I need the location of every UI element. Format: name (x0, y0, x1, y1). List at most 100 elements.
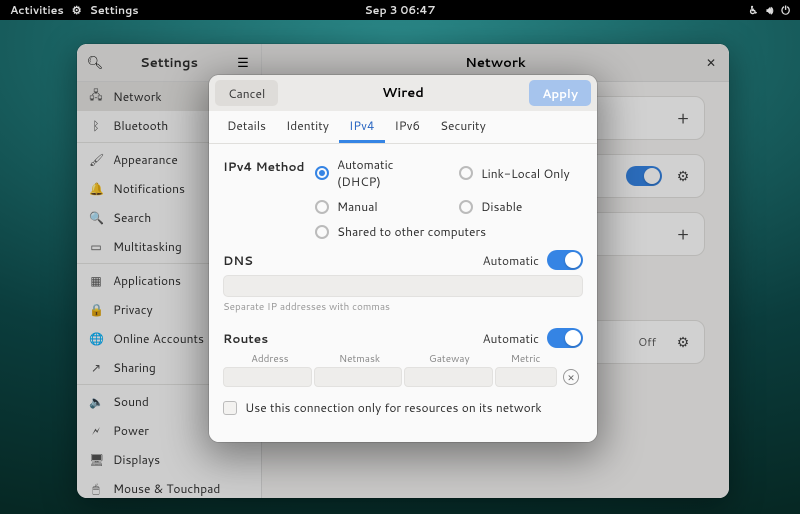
activities-button[interactable]: Activities (10, 2, 64, 18)
route-gateway-input[interactable] (404, 367, 493, 387)
routes-row: ✕ (223, 367, 583, 387)
gear-icon: ⚙ (72, 2, 82, 18)
sidebar-item-displays[interactable]: 🖥 Displays (77, 445, 261, 474)
sidebar-item-label: Power (113, 422, 149, 439)
hamburger-button[interactable]: ☰ (225, 54, 261, 72)
apply-button[interactable]: Apply (529, 80, 591, 106)
routes-header-metric: Metric (494, 352, 557, 366)
online-accounts-icon: 🌐 (89, 330, 103, 347)
tab-ipv4[interactable]: IPv4 (339, 111, 385, 143)
notifications-icon: 🔔 (89, 180, 103, 197)
plus-icon: + (677, 106, 689, 130)
dns-help-text: Separate IP addresses with commas (223, 300, 583, 314)
bluetooth-icon: ᛒ (89, 117, 103, 134)
search-icon: 🔍︎ (87, 54, 104, 72)
sidebar-item-label: Displays (113, 451, 160, 468)
tab-details[interactable]: Details (217, 111, 276, 143)
sidebar-item-label: Network (113, 88, 162, 105)
displays-icon: 🖥 (89, 451, 103, 468)
search-button[interactable]: 🔍︎ (77, 45, 113, 81)
gear-icon: ⚙ (677, 332, 690, 352)
sidebar-title: Settings (113, 54, 225, 72)
dns-automatic-switch[interactable] (547, 250, 583, 270)
connection-editor-dialog: Cancel Wired Apply Details Identity IPv4… (209, 75, 597, 442)
radio-manual[interactable]: Manual (315, 198, 439, 215)
ipv4-method-label: IPv4 Method (223, 156, 315, 240)
close-icon: ✕ (706, 54, 716, 71)
close-button[interactable]: ✕ (701, 53, 721, 73)
routes-headers: Address Netmask Gateway Metric (223, 352, 583, 366)
sidebar-item-mouse-touchpad[interactable]: 🖱 Mouse & Touchpad (77, 474, 261, 498)
radio-icon (459, 166, 473, 180)
radio-label: Automatic (DHCP) (337, 156, 439, 190)
radio-icon (315, 166, 329, 180)
radio-disable[interactable]: Disable (459, 198, 583, 215)
topbar-app-label[interactable]: Settings (90, 2, 139, 18)
power-icon: 🗲 (89, 422, 103, 439)
dns-section-label: DNS (223, 252, 253, 269)
restrict-checkbox[interactable] (223, 401, 237, 415)
network-icon: 🖧 (89, 86, 103, 107)
sidebar-item-label: Multitasking (113, 238, 182, 255)
sound-icon: 🔈 (89, 393, 103, 410)
sidebar-item-label: Notifications (113, 180, 185, 197)
restrict-label: Use this connection only for resources o… (245, 399, 542, 416)
radio-automatic[interactable]: Automatic (DHCP) (315, 156, 439, 190)
accessibility-icon[interactable]: ♿︎ (748, 2, 758, 18)
add-wired-button[interactable]: + (670, 106, 696, 130)
content-title: Network (262, 54, 729, 72)
power-icon[interactable]: ⏻ (781, 2, 790, 18)
radio-icon (459, 200, 473, 214)
cancel-button[interactable]: Cancel (215, 80, 278, 106)
add-vpn-button[interactable]: + (670, 222, 696, 246)
radio-icon (315, 200, 329, 214)
radio-label: Link-Local Only (481, 165, 570, 182)
gear-icon: ⚙ (677, 166, 690, 186)
tab-ipv6[interactable]: IPv6 (385, 111, 431, 143)
sharing-icon: ↗ (89, 359, 103, 376)
radio-shared[interactable]: Shared to other computers (315, 223, 583, 240)
privacy-icon: 🔒 (89, 301, 103, 318)
remove-icon: ✕ (567, 371, 575, 384)
clock[interactable]: Sep 3 06:47 (364, 2, 435, 18)
dialog-tabs: Details Identity IPv4 IPv6 Security (209, 111, 597, 144)
radio-label: Manual (337, 198, 378, 215)
volume-icon[interactable]: 🔊︎ (766, 2, 773, 18)
sidebar-item-label: Sharing (113, 359, 156, 376)
radio-label: Disable (481, 198, 522, 215)
routes-header-gateway: Gateway (404, 352, 494, 366)
route-netmask-input[interactable] (314, 367, 403, 387)
sidebar-item-label: Privacy (113, 301, 153, 318)
radio-label: Shared to other computers (337, 223, 486, 240)
sidebar-item-label: Sound (113, 393, 149, 410)
dns-input[interactable] (223, 275, 583, 297)
tab-identity[interactable]: Identity (276, 111, 339, 143)
wired-settings-button[interactable]: ⚙ (670, 166, 696, 186)
sidebar-item-label: Online Accounts (113, 330, 204, 347)
dialog-body: IPv4 Method Automatic (DHCP) Link-Local … (209, 144, 597, 442)
dialog-header: Cancel Wired Apply (209, 75, 597, 111)
sidebar-item-label: Applications (113, 272, 181, 289)
route-metric-input[interactable] (495, 367, 557, 387)
routes-automatic-switch[interactable] (547, 328, 583, 348)
routes-automatic-label: Automatic (482, 330, 539, 347)
route-remove-button[interactable]: ✕ (563, 369, 579, 385)
hamburger-icon: ☰ (237, 54, 249, 72)
multitasking-icon: ▭ (89, 238, 103, 255)
dns-automatic-label: Automatic (482, 252, 539, 269)
routes-section-label: Routes (223, 330, 268, 347)
applications-icon: ▦ (89, 272, 103, 289)
proxy-settings-button[interactable]: ⚙ (670, 332, 696, 352)
mouse-touchpad-icon: 🖱 (89, 480, 103, 497)
tab-security[interactable]: Security (430, 111, 496, 143)
sidebar-item-label: Bluetooth (113, 117, 168, 134)
plus-icon: + (677, 222, 689, 246)
search-icon: 🔍 (89, 209, 103, 226)
sidebar-item-label: Mouse & Touchpad (113, 480, 220, 497)
appearance-icon: 🖌 (89, 151, 103, 168)
radio-link-local[interactable]: Link-Local Only (459, 156, 583, 190)
gnome-topbar: Activities ⚙ Settings Sep 3 06:47 ♿︎ 🔊︎ … (0, 0, 800, 20)
route-address-input[interactable] (223, 367, 312, 387)
routes-header-netmask: Netmask (315, 352, 405, 366)
wired-enable-switch[interactable] (626, 166, 662, 186)
